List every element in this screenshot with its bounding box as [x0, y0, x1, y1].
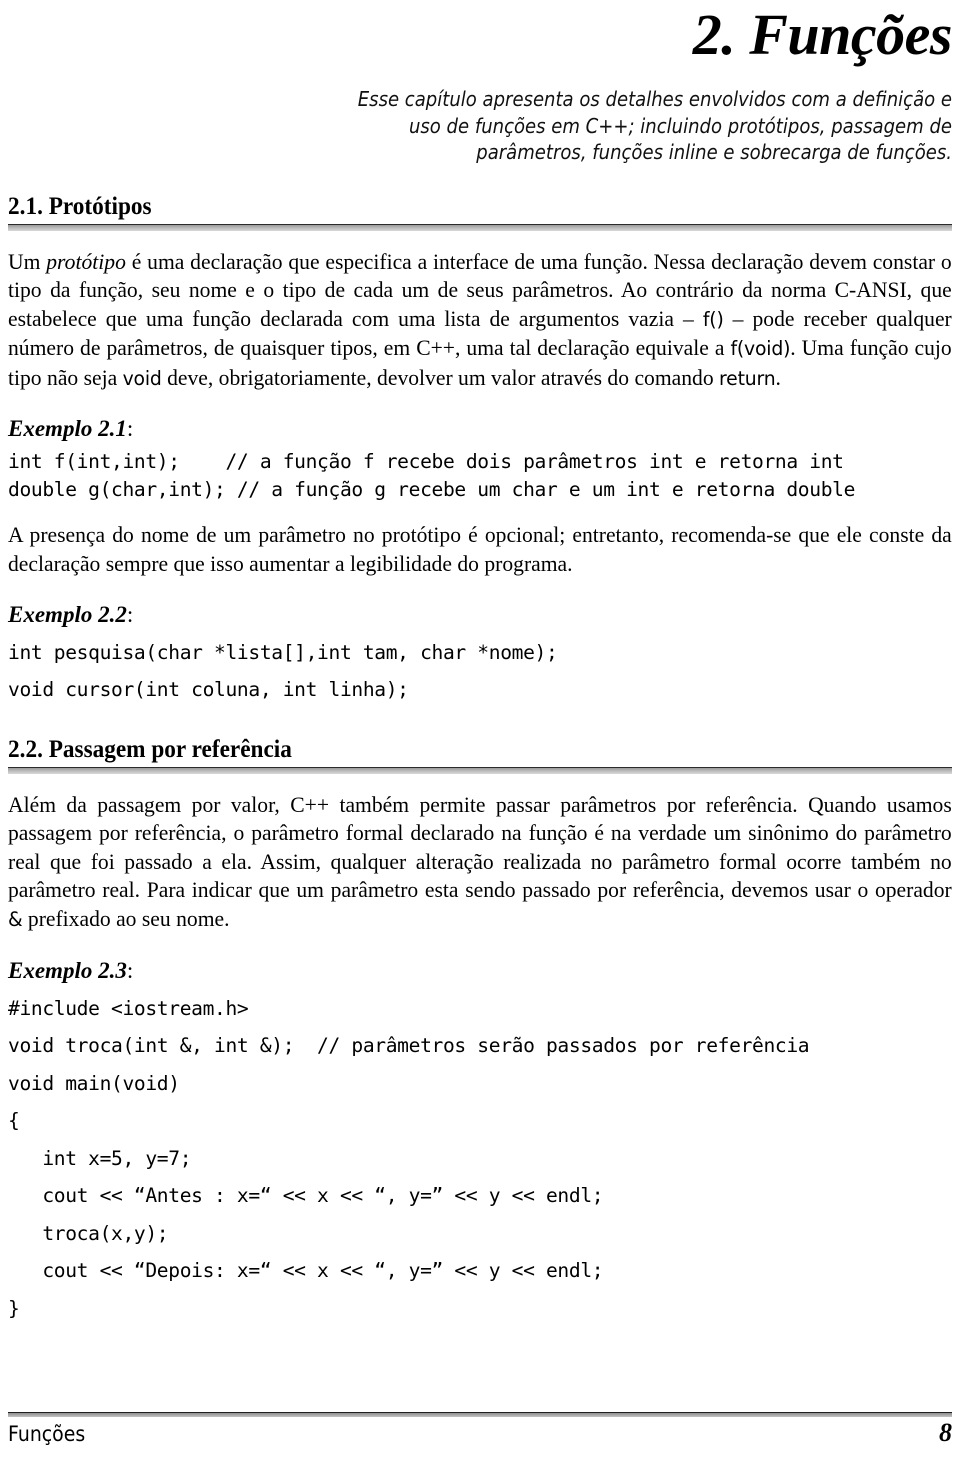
chapter-abstract: Esse capítulo apresenta os detalhes envo…	[121, 86, 952, 166]
example-label-2-3: Exemplo 2.3:	[8, 957, 952, 985]
example-name: Exemplo 2.3	[8, 957, 127, 983]
section-heading-block-2-2: 2.2. Passagem por referência	[8, 735, 952, 774]
inline-code-f-empty: f()	[702, 307, 724, 331]
code-block-exemplo-2-3: #include <iostream.h> void troca(int &, …	[8, 996, 810, 1320]
para-text: Um	[8, 248, 47, 274]
paragraph-prototipos-1: Um protótipo é uma declaração que especi…	[8, 248, 952, 394]
footer-rule	[8, 1412, 952, 1417]
example-name: Exemplo 2.2	[8, 601, 127, 627]
code-block-exemplo-2-1: int f(int,int); // a função f recebe doi…	[8, 450, 856, 502]
para-text: prefixado ao seu nome.	[22, 906, 230, 932]
footer-row: Funções 8	[8, 1420, 952, 1447]
chapter-abstract-line-2: uso de funções em C++; incluindo protóti…	[408, 113, 952, 138]
example-label-2-2: Exemplo 2.2:	[8, 601, 952, 629]
chapter-abstract-line-1: Esse capítulo apresenta os detalhes envo…	[357, 87, 952, 111]
code-block-exemplo-2-2: int pesquisa(char *lista[],int tam, char…	[8, 640, 558, 702]
example-colon: :	[126, 416, 134, 442]
para-text: deve, obrigatoriamente, devolver um valo…	[161, 364, 720, 390]
emphasis-prototipo: protótipo	[46, 248, 126, 274]
section-rule	[8, 766, 952, 774]
section-heading-prototipos: 2.1. Protótipos	[8, 192, 152, 220]
section-passagem-referencia: 2.2. Passagem por referência Além da pas…	[8, 735, 952, 1327]
example-name: Exemplo 2.1	[8, 416, 127, 442]
document-page: 2. Funções Esse capítulo apresenta os de…	[0, 0, 960, 1461]
inline-code-return: return	[719, 366, 776, 390]
section-prototipos: 2.1. Protótipos Um protótipo é uma decla…	[8, 192, 952, 709]
inline-code-void: void	[122, 366, 162, 390]
inline-code-f-void: f(void)	[730, 337, 791, 361]
inline-code-ampersand: &	[8, 908, 23, 932]
paragraph-prototipos-2: A presença do nome de um parâmetro no pr…	[8, 522, 952, 577]
example-colon: :	[126, 601, 134, 627]
paragraph-passagem-1: Além da passagem por valor, C++ também p…	[8, 791, 952, 935]
para-text: Além da passagem por valor, C++ também p…	[8, 791, 952, 903]
footer-chapter-label: Funções	[8, 1422, 86, 1446]
section-heading-passagem-referencia: 2.2. Passagem por referência	[8, 735, 292, 763]
chapter-abstract-line-3: parâmetros, funções inline e sobrecarga …	[476, 140, 952, 164]
section-rule	[8, 223, 952, 231]
example-label-2-1: Exemplo 2.1:	[8, 415, 952, 443]
para-text: .	[775, 364, 781, 390]
page-footer: Funções 8	[8, 1412, 952, 1447]
example-colon: :	[126, 957, 134, 983]
section-heading-block-2-1: 2.1. Protótipos	[8, 192, 952, 231]
chapter-title: 2. Funções	[692, 2, 953, 67]
footer-page-number: 8	[939, 1418, 952, 1447]
